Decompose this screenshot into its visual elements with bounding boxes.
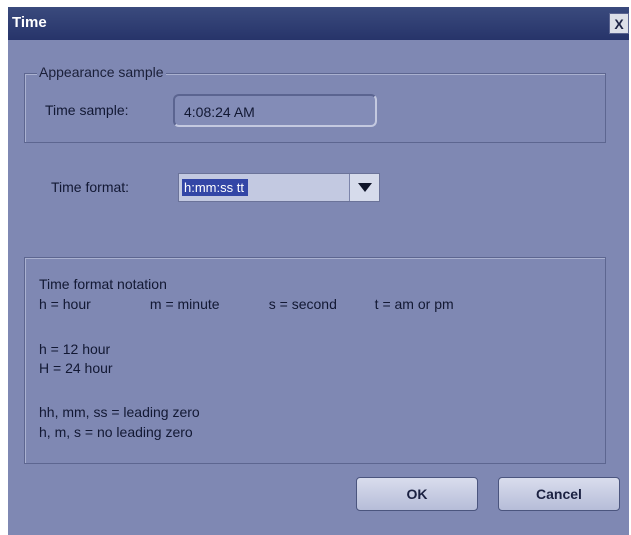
notation-second: s = second bbox=[268, 296, 337, 312]
time-format-dropdown[interactable]: h:mm:ss tt bbox=[178, 173, 380, 202]
notation-no-leading-zero: h, m, s = no leading zero bbox=[39, 424, 193, 440]
notation-ampm: t = am or pm bbox=[374, 296, 454, 312]
dropdown-button[interactable] bbox=[349, 174, 379, 201]
title-bar[interactable]: Time X bbox=[8, 7, 629, 40]
time-sample-field: 4:08:24 AM bbox=[173, 94, 377, 127]
dropdown-arrow-icon bbox=[357, 183, 372, 192]
notation-leading-zero: hh, mm, ss = leading zero bbox=[39, 404, 200, 420]
time-format-selected-value: h:mm:ss tt bbox=[182, 179, 248, 196]
appearance-sample-legend: Appearance sample bbox=[37, 64, 166, 80]
time-sample-label: Time sample: bbox=[45, 102, 129, 118]
notation-minute: m = minute bbox=[149, 296, 220, 312]
dialog-title: Time bbox=[12, 14, 47, 31]
time-format-label: Time format: bbox=[51, 179, 130, 195]
notation-heading: Time format notation bbox=[39, 276, 167, 292]
notation-24-hour: H = 24 hour bbox=[39, 360, 113, 376]
notation-hour: h = hour bbox=[39, 296, 91, 312]
notation-12-hour: h = 12 hour bbox=[39, 341, 111, 357]
notation-units-row: h = hour m = minute s = second t = am or… bbox=[39, 296, 454, 312]
time-dialog: Time X Appearance sample Time sample: 4:… bbox=[8, 7, 629, 535]
cancel-button[interactable]: Cancel bbox=[498, 477, 620, 511]
close-icon: X bbox=[614, 15, 624, 32]
close-button[interactable]: X bbox=[609, 13, 629, 34]
time-format-notation-panel: Time format notation h = hour m = minute… bbox=[24, 257, 606, 464]
ok-button[interactable]: OK bbox=[356, 477, 478, 511]
